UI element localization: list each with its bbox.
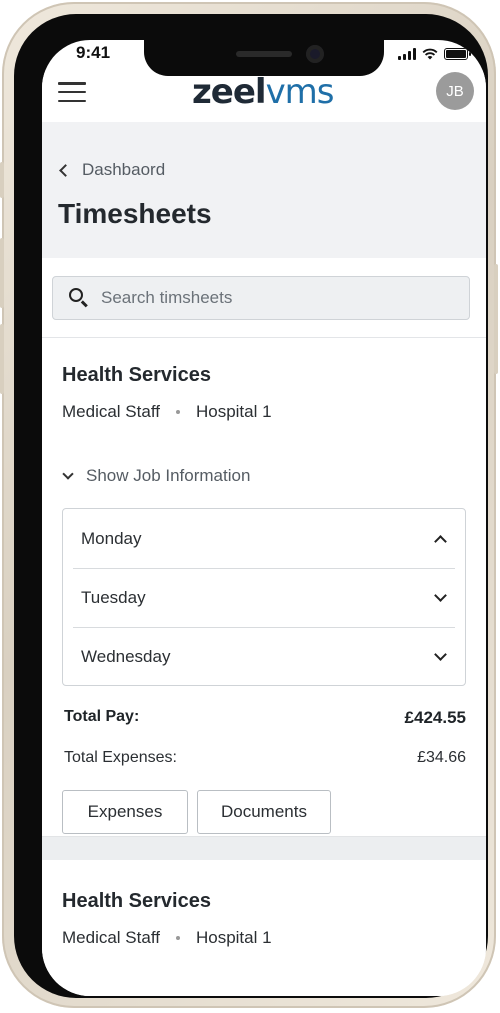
day-row-wednesday[interactable]: Wednesday [73,627,455,686]
card-meta: Medical Staff Hospital 1 [62,928,272,948]
day-label: Wednesday [81,647,171,666]
page-title: Timesheets [58,198,212,229]
total-expenses-row: Total Expenses: £34.66 [64,749,466,767]
front-camera-icon [306,45,324,63]
power-button [494,264,498,374]
search-input[interactable] [101,288,441,308]
signal-icon [398,48,416,60]
chevron-left-icon [59,163,72,177]
timesheet-card: Health Services Medical Staff Hospital 1… [42,338,486,834]
card-location: Hospital 1 [195,402,272,421]
total-pay-value: £424.55 [404,708,466,727]
card-meta: Medical Staff Hospital 1 [62,402,272,422]
phone-screen: 9:41 zeelvms JB Dashbaord Timesheets Sea… [42,40,486,996]
chevron-down-icon [62,468,74,480]
zeelvms-logo[interactable]: zeelvms [192,72,335,112]
total-pay-row: Total Pay: £424.55 [64,708,466,728]
card-role: Medical Staff [62,402,160,421]
phone-bezel: 9:41 zeelvms JB Dashbaord Timesheets Sea… [14,14,488,998]
hamburger-menu-icon[interactable] [58,80,86,104]
day-label: Monday [81,528,142,548]
card-divider [42,836,486,860]
status-time: 9:41 [76,43,111,62]
documents-button[interactable]: Documents [197,790,331,834]
breadcrumb-label: Dashbaord [82,160,166,179]
wifi-icon [422,48,438,60]
toggle-label: Show Job Information [86,466,251,485]
status-icons [398,46,471,60]
page-header: Dashbaord Timesheets [42,122,486,258]
day-row-tuesday[interactable]: Tuesday [73,568,455,627]
volume-down-button [0,324,4,394]
total-expenses-label: Total Expenses: [64,749,177,766]
notch [144,40,384,76]
card-location: Hospital 1 [195,928,272,947]
user-avatar[interactable]: JB [436,72,474,110]
breadcrumb-back-link[interactable]: Dashbaord [58,160,165,180]
chevron-down-icon [434,589,447,602]
day-label: Tuesday [81,588,146,607]
search-icon [69,288,89,308]
app-header: zeelvms JB [42,70,486,122]
battery-icon [444,48,471,60]
chevron-up-icon [434,535,447,548]
total-expenses-value: £34.66 [417,749,466,766]
separator-dot [175,410,180,414]
search-box[interactable] [52,276,470,320]
card-role: Medical Staff [62,928,160,947]
search-section [42,258,486,338]
phone-frame: 9:41 zeelvms JB Dashbaord Timesheets Sea… [0,2,498,1008]
show-job-information-toggle[interactable]: Show Job Information [62,466,250,486]
day-row-monday[interactable]: Monday [73,509,455,568]
speaker-grille [236,51,292,57]
silent-switch [0,162,4,198]
card-title: Health Services [62,364,211,386]
total-pay-label: Total Pay: [64,708,140,725]
day-accordion: Monday Tuesday Wednesday [62,508,466,686]
chevron-down-icon [434,648,447,661]
card-title: Health Services [62,890,211,912]
separator-dot [175,936,180,940]
volume-up-button [0,238,4,308]
expenses-button[interactable]: Expenses [62,790,188,834]
timesheet-card: Health Services Medical Staff Hospital 1 [42,860,486,996]
